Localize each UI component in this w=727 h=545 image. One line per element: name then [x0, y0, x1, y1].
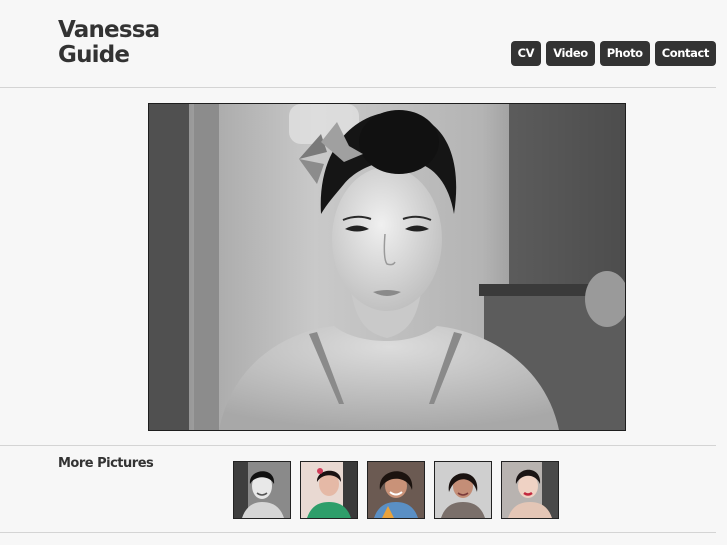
nav-video-button[interactable]: Video	[546, 41, 595, 66]
site-title-line2: Guide	[58, 42, 130, 68]
thumbnail-5[interactable]	[501, 461, 559, 519]
main-nav: CV Video Photo Contact	[510, 41, 716, 66]
nav-photo-button[interactable]: Photo	[599, 41, 650, 66]
footer-divider	[0, 532, 716, 533]
thumbnail-3[interactable]	[367, 461, 425, 519]
more-pictures-heading: More Pictures	[58, 456, 154, 471]
portrait-image	[149, 104, 625, 430]
thumbnail-2[interactable]	[300, 461, 358, 519]
thumbnail-image	[234, 462, 290, 518]
nav-cv-button[interactable]: CV	[510, 41, 542, 66]
site-title-line1: Vanessa	[58, 17, 160, 43]
thumbnail-4[interactable]	[434, 461, 492, 519]
thumbnail-strip	[233, 461, 559, 519]
thumbnail-1[interactable]	[233, 461, 291, 519]
header-divider	[0, 87, 716, 88]
thumbnail-image	[435, 462, 491, 518]
site-title: Vanessa Guide	[58, 17, 160, 68]
thumbnail-image	[301, 462, 357, 518]
thumbnail-image	[368, 462, 424, 518]
nav-contact-button[interactable]: Contact	[654, 41, 716, 66]
thumbnail-image	[502, 462, 558, 518]
main-photo	[148, 103, 626, 431]
section-divider	[0, 445, 716, 446]
